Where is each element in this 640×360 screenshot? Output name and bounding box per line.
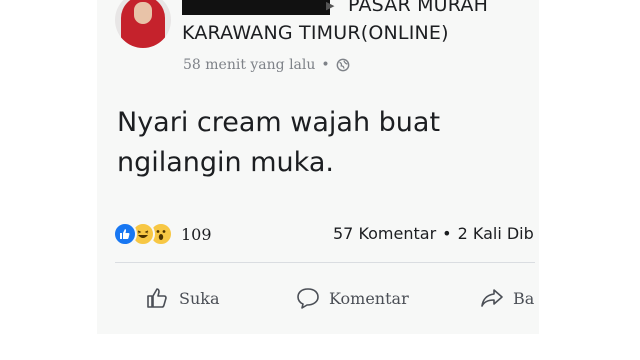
like-label: Suka xyxy=(179,288,220,308)
thumbs-up-icon xyxy=(147,288,167,308)
comment-label: Komentar xyxy=(329,288,409,308)
redacted-author-name xyxy=(182,0,330,15)
right-arrow-icon: ▶ xyxy=(326,0,335,12)
post-stats: 57 Komentar • 2 Kali Dib xyxy=(333,224,534,243)
like-icon xyxy=(113,222,137,246)
reactions-summary[interactable]: 109 xyxy=(113,222,212,246)
share-icon xyxy=(481,289,503,307)
comment-icon xyxy=(297,288,319,309)
post-timestamp[interactable]: 58 menit yang lalu xyxy=(183,57,315,73)
group-name-continued[interactable]: KARAWANG TIMUR(ONLINE) xyxy=(182,22,449,44)
meta-separator: • xyxy=(321,57,330,73)
reaction-count: 109 xyxy=(181,224,212,244)
like-button[interactable]: Suka xyxy=(145,283,220,313)
share-label: Ba xyxy=(513,288,535,308)
post-card: ▶ PASAR MURAH KARAWANG TIMUR(ONLINE) 58 … xyxy=(97,0,539,334)
avatar-face xyxy=(134,2,152,24)
post-body: Nyari cream wajah buat ngilangin muka. xyxy=(117,103,537,183)
divider xyxy=(115,262,535,263)
share-count[interactable]: 2 Kali Dib xyxy=(458,224,534,243)
avatar[interactable] xyxy=(115,0,171,48)
post-meta: 58 menit yang lalu • xyxy=(183,57,350,73)
stats-separator: • xyxy=(442,224,452,243)
group-name[interactable]: PASAR MURAH xyxy=(348,0,488,16)
globe-icon xyxy=(336,58,350,72)
post-text-line-1: Nyari cream wajah buat xyxy=(117,107,441,138)
comment-button[interactable]: Komentar xyxy=(295,283,409,313)
share-button[interactable]: Ba xyxy=(479,283,534,313)
comment-count[interactable]: 57 Komentar xyxy=(333,224,436,243)
post-text-line-2: ngilangin muka. xyxy=(117,147,334,178)
